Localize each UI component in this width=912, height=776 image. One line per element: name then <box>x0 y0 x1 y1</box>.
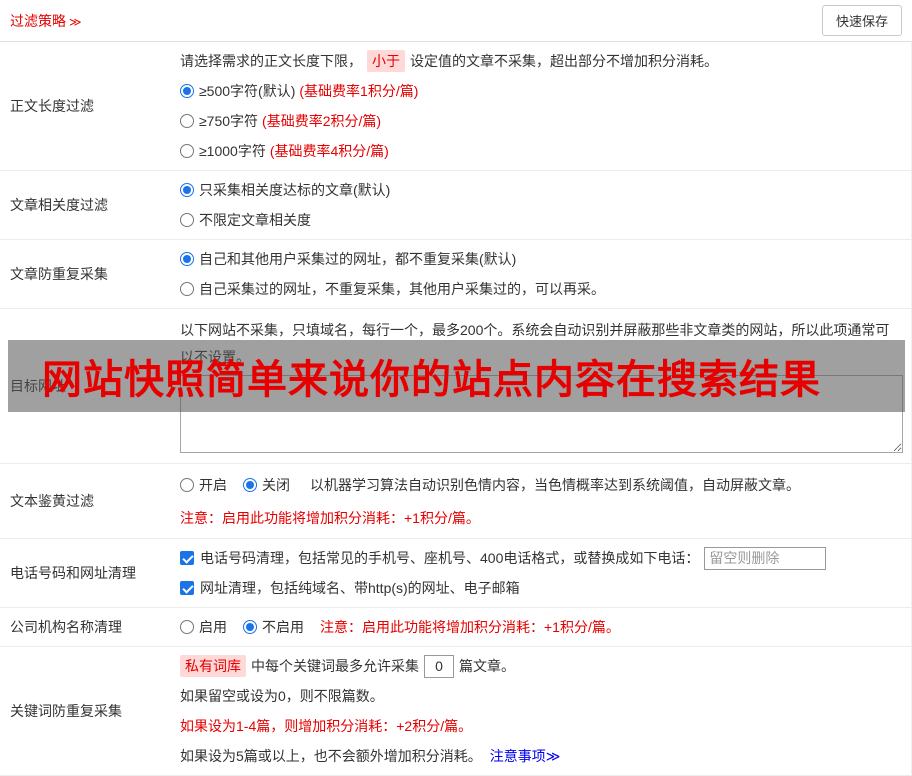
row-label-text: 文章防重复采集 <box>10 266 108 282</box>
option-label: ≥750字符 <box>199 113 259 129</box>
row-porn-filter: 文本鉴黄过滤 开启 关闭 以机器学习算法自动识别色情内容，当色情概率达到系统阈值… <box>0 464 911 539</box>
row-label: 公司机构名称清理 <box>0 608 180 646</box>
row-label: 正文长度过滤 <box>0 42 180 170</box>
row-label: 文章防重复采集 <box>0 240 180 308</box>
page-title-text: 过滤策略 <box>10 12 66 29</box>
option-dedupe-self-only[interactable]: 自己采集过的网址，不重复采集，其他用户采集过的，可以再采。 <box>180 274 903 304</box>
row-label-text: 文章相关度过滤 <box>10 197 108 213</box>
phone-clean-checkbox[interactable] <box>180 551 194 565</box>
option-500-chars[interactable]: ≥500字符(默认) (基础费率1积分/篇) <box>180 76 903 106</box>
option-company-clean-off[interactable]: 不启用 <box>243 617 304 637</box>
intro-pre: 请选择需求的正文长度下限， <box>180 53 362 69</box>
fee-note: (基础费率1积分/篇) <box>299 83 419 99</box>
watermark-overlay: 网站快照简单来说你的站点内容在搜索结果 <box>8 340 905 412</box>
keyword-limit-text: 中每个关键词最多允许采集 <box>251 658 419 674</box>
option-label: 关闭 <box>262 476 290 493</box>
porn-filter-description: 以机器学习算法自动识别色情内容，当色情概率达到系统阈值，自动屏蔽文章。 <box>310 476 800 493</box>
keyword-note-five-plus: 如果设为5篇或以上，也不会额外增加积分消耗。 注意事项≫ <box>180 741 903 771</box>
row-body-length-filter: 正文长度过滤 请选择需求的正文长度下限， 小于 设定值的文章不采集，超出部分不增… <box>0 42 911 171</box>
company-clean-options: 启用 不启用 注意：启用此功能将增加积分消耗：+1积分/篇。 <box>180 612 903 642</box>
radio-750-chars[interactable] <box>180 114 194 128</box>
radio-porn-on[interactable] <box>180 477 194 492</box>
chevron-down-icon: ≫ <box>69 14 82 29</box>
keyword-note-unlimited: 如果留空或设为0，则不限篇数。 <box>180 688 384 704</box>
option-label: 自己采集过的网址，不重复采集，其他用户采集过的，可以再采。 <box>199 281 605 297</box>
company-clean-cost-note: 注意：启用此功能将增加积分消耗：+1积分/篇。 <box>320 619 620 635</box>
option-company-clean-on[interactable]: 启用 <box>180 617 227 637</box>
keyword-note-cost: 如果设为1-4篇，则增加积分消耗：+2积分/篇。 <box>180 718 473 734</box>
radio-dedupe-self-only[interactable] <box>180 282 194 296</box>
option-label: ≥500字符(默认) <box>199 83 296 99</box>
row-label-text: 电话号码和网址清理 <box>10 565 136 581</box>
option-label: 只采集相关度达标的文章(默认) <box>199 182 391 198</box>
option-relevance-required[interactable]: 只采集相关度达标的文章(默认) <box>180 175 903 205</box>
row-relevance-filter: 文章相关度过滤 只采集相关度达标的文章(默认) 不限定文章相关度 <box>0 171 911 240</box>
row-company-clean: 公司机构名称清理 启用 不启用 注意：启用此功能将增加积分消耗：+1积分/篇。 <box>0 608 911 647</box>
less-than-highlight: 小于 <box>367 50 405 72</box>
row-content: 启用 不启用 注意：启用此功能将增加积分消耗：+1积分/篇。 <box>180 608 911 646</box>
radio-relevance-any[interactable] <box>180 213 194 227</box>
row-label-text: 正文长度过滤 <box>10 98 94 114</box>
radio-dedupe-all-users[interactable] <box>180 252 194 266</box>
max-articles-input[interactable] <box>424 654 454 678</box>
option-750-chars[interactable]: ≥750字符 (基础费率2积分/篇) <box>180 106 903 136</box>
option-porn-on[interactable]: 开启 <box>180 475 227 495</box>
row-keyword-dedupe: 关键词防重复采集 私有词库 中每个关键词最多允许采集 篇文章。 如果留空或设为0… <box>0 647 911 776</box>
intro-post: 设定值的文章不采集，超出部分不增加积分消耗。 <box>410 53 718 69</box>
row-content: 请选择需求的正文长度下限， 小于 设定值的文章不采集，超出部分不增加积分消耗。 … <box>180 42 911 170</box>
radio-company-clean-off[interactable] <box>243 620 257 634</box>
url-clean-label: 网址清理，包括纯域名、带http(s)的网址、电子邮箱 <box>200 580 520 596</box>
radio-1000-chars[interactable] <box>180 144 194 158</box>
fee-note: (基础费率2积分/篇) <box>262 113 382 129</box>
top-bar: 过滤策略 ≫ 快速保存 <box>0 0 912 42</box>
private-thesaurus-link[interactable]: 私有词库 <box>180 655 246 677</box>
option-label: 自己和其他用户采集过的网址，都不重复采集(默认) <box>199 251 517 267</box>
option-1000-chars[interactable]: ≥1000字符 (基础费率4积分/篇) <box>180 136 903 166</box>
row-content: 电话号码清理，包括常见的手机号、座机号、400电话格式，或替换成如下电话： 网址… <box>180 539 911 607</box>
row-label: 文本鉴黄过滤 <box>0 464 180 538</box>
option-label: 不限定文章相关度 <box>199 212 311 228</box>
row-label-text: 公司机构名称清理 <box>10 619 122 635</box>
watermark-text: 网站快照简单来说你的站点内容在搜索结果 <box>42 357 821 403</box>
keyword-note-text: 如果设为5篇或以上，也不会额外增加积分消耗。 <box>180 748 482 764</box>
notes-link[interactable]: 注意事项≫ <box>490 746 561 766</box>
row-content: 只采集相关度达标的文章(默认) 不限定文章相关度 <box>180 171 911 239</box>
keyword-limit-suffix: 篇文章。 <box>459 658 515 674</box>
option-label: 不启用 <box>262 619 304 635</box>
row-content: 开启 关闭 以机器学习算法自动识别色情内容，当色情概率达到系统阈值，自动屏蔽文章… <box>180 464 911 538</box>
body-length-intro: 请选择需求的正文长度下限， 小于 设定值的文章不采集，超出部分不增加积分消耗。 <box>180 46 903 76</box>
row-anti-duplicate: 文章防重复采集 自己和其他用户采集过的网址，都不重复采集(默认) 自己采集过的网… <box>0 240 911 309</box>
row-label-text: 文本鉴黄过滤 <box>10 493 94 509</box>
fee-note: (基础费率4积分/篇) <box>269 143 389 159</box>
url-clean-checkbox[interactable] <box>180 581 194 595</box>
radio-relevance-required[interactable] <box>180 183 194 197</box>
keyword-limit-line: 私有词库 中每个关键词最多允许采集 篇文章。 <box>180 651 903 681</box>
radio-porn-off[interactable] <box>243 477 257 492</box>
option-label: 开启 <box>199 476 227 493</box>
radio-500-chars[interactable] <box>180 84 194 98</box>
quick-save-button[interactable]: 快速保存 <box>821 5 902 36</box>
phone-replacement-input[interactable] <box>704 546 827 570</box>
row-label-text: 关键词防重复采集 <box>10 703 122 719</box>
porn-filter-options: 开启 关闭 以机器学习算法自动识别色情内容，当色情概率达到系统阈值，自动屏蔽文章… <box>180 468 903 501</box>
row-label: 文章相关度过滤 <box>0 171 180 239</box>
url-clean-option: 网址清理，包括纯域名、带http(s)的网址、电子邮箱 <box>180 573 903 603</box>
row-phone-url-clean: 电话号码和网址清理 电话号码清理，包括常见的手机号、座机号、400电话格式，或替… <box>0 539 911 608</box>
row-content: 自己和其他用户采集过的网址，都不重复采集(默认) 自己采集过的网址，不重复采集，… <box>180 240 911 308</box>
row-content: 私有词库 中每个关键词最多允许采集 篇文章。 如果留空或设为0，则不限篇数。 如… <box>180 647 911 775</box>
option-label: ≥1000字符 <box>199 143 266 159</box>
radio-company-clean-on[interactable] <box>180 620 194 634</box>
row-label: 关键词防重复采集 <box>0 647 180 775</box>
phone-clean-option: 电话号码清理，包括常见的手机号、座机号、400电话格式，或替换成如下电话： <box>180 543 903 573</box>
option-relevance-any[interactable]: 不限定文章相关度 <box>180 205 903 235</box>
phone-clean-label: 电话号码清理，包括常见的手机号、座机号、400电话格式，或替换成如下电话： <box>200 550 700 566</box>
option-porn-off[interactable]: 关闭 <box>243 475 290 495</box>
porn-filter-cost-note: 注意：启用此功能将增加积分消耗：+1积分/篇。 <box>180 509 480 526</box>
option-label: 启用 <box>199 619 227 635</box>
page-title[interactable]: 过滤策略 ≫ <box>10 11 82 31</box>
option-dedupe-all-users[interactable]: 自己和其他用户采集过的网址，都不重复采集(默认) <box>180 244 903 274</box>
row-label: 电话号码和网址清理 <box>0 539 180 607</box>
